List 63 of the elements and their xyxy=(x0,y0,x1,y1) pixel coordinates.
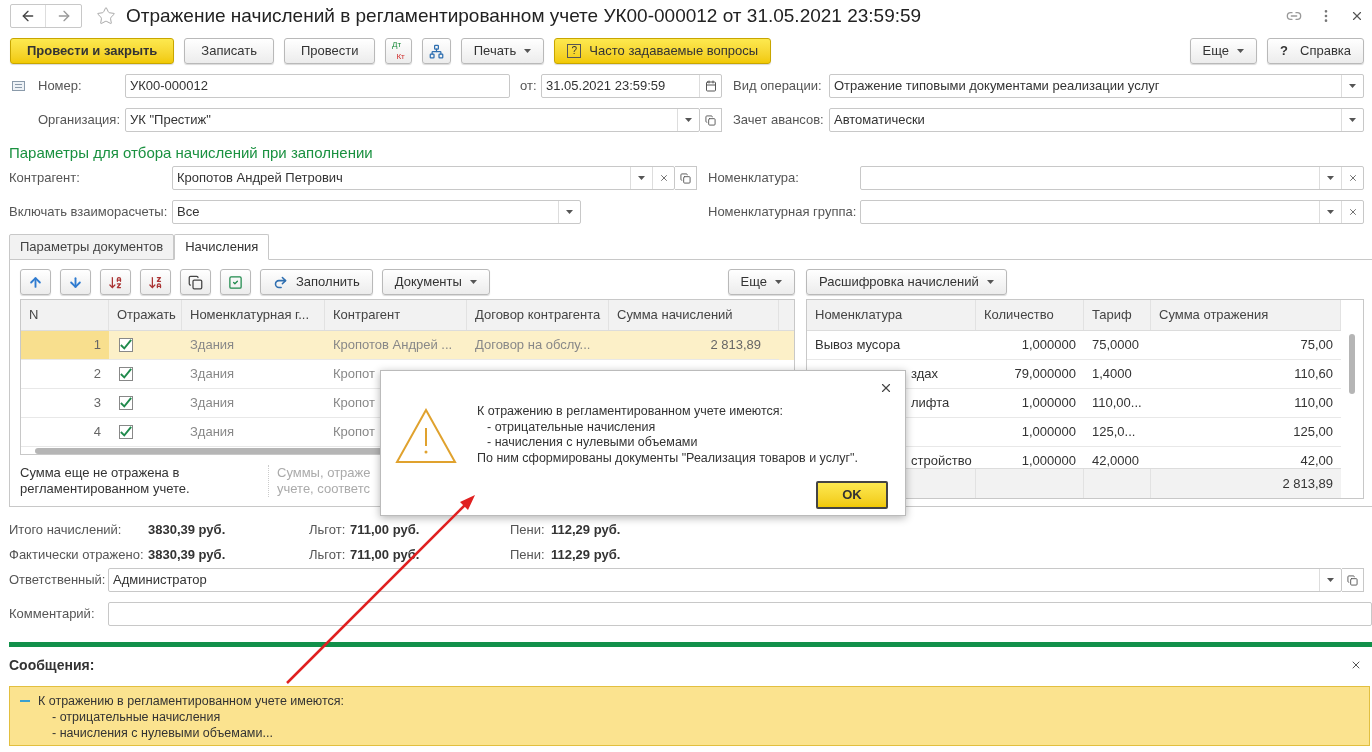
table-cell-text: Договор на обслу... xyxy=(475,336,591,355)
field-label: Комментарий: xyxy=(9,605,96,624)
table-cell-text: Здания xyxy=(190,365,235,384)
total-label: Льгот: xyxy=(309,545,347,564)
table-cell-text: Здания xyxy=(190,423,235,442)
table-cell-text: Вывоз мусора xyxy=(815,336,901,355)
table-cell-text: 1,4000 xyxy=(1092,365,1132,384)
field-label: Номенклатурная группа: xyxy=(708,203,858,222)
table-cell-text: 1,000000 xyxy=(1021,452,1076,468)
table-cell-text: Кропот xyxy=(333,394,375,413)
total-value: 112,29 руб. xyxy=(551,520,621,539)
total-label: Пени: xyxy=(510,545,546,564)
table-cell-text: 110,00... xyxy=(1092,394,1142,413)
total-label: Итого начислений: xyxy=(9,520,123,539)
table-cell-text: 4 xyxy=(93,423,101,442)
field-label: Номер: xyxy=(38,77,83,96)
table-cell-text: Кропотов Андрей ... xyxy=(333,336,453,355)
field-label: Ответственный: xyxy=(9,571,107,590)
table-cell-text: 42,00 xyxy=(1300,452,1333,468)
table-cell-text: 1,000000 xyxy=(1021,423,1076,442)
total-label: Фактически отражено: xyxy=(9,545,145,564)
total-label: Пени: xyxy=(510,520,546,539)
table-cell-text: 1,000000 xyxy=(1021,394,1076,413)
dialog-message: К отражению в регламентированном учете имеются: - отрицательные начисления - начисления с нулевыми объемами По ним сформированы документы "Реализация товаров и услуг". xyxy=(477,404,858,466)
table-cell-text: 110,60 xyxy=(1294,365,1333,384)
total-value: 711,00 руб. xyxy=(350,520,421,539)
table-cell-text: стройство xyxy=(911,452,972,468)
total-value: 112,29 руб. xyxy=(551,545,621,564)
table-cell-text: 75,0000 xyxy=(1092,336,1139,355)
total-value: 3830,39 руб. xyxy=(148,545,227,564)
field-label: от: xyxy=(520,77,538,96)
table-cell-text: 125,00 xyxy=(1293,423,1333,442)
table-cell-text: Кропот xyxy=(333,365,375,384)
table-cell-text: 1 xyxy=(93,336,101,355)
window-title: Отражение начислений в регламентированном учете УК00-000012 от 31.05.2021 23:59:59 xyxy=(126,3,922,28)
table-cell-text: лифта xyxy=(911,394,950,413)
table-cell-text: Здания xyxy=(190,394,235,413)
table-cell-text: 2 xyxy=(93,365,101,384)
section-heading: Параметры для отбора начислений при заполнении xyxy=(9,143,373,162)
field-label: Контрагент: xyxy=(9,169,81,188)
table-cell-text: 125,0... xyxy=(1092,423,1136,442)
total-value: 3830,39 руб. xyxy=(148,520,227,539)
table-cell-text: здах xyxy=(911,365,938,384)
field-label: Зачет авансов: xyxy=(733,111,825,130)
status-note: Сумма еще не отражена в регламентированном учете. xyxy=(20,465,191,497)
table-cell-text: 42,0000 xyxy=(1092,452,1139,468)
total-label: Льгот: xyxy=(309,520,347,539)
table-cell-text: 1,000000 xyxy=(1021,336,1076,355)
status-note: Суммы, отраже учете, соответс xyxy=(268,465,371,497)
table-cell-text: 3 xyxy=(93,394,101,413)
field-label: Номенклатура: xyxy=(708,169,800,188)
field-label: Включать взаиморасчеты: xyxy=(9,203,169,222)
total-cell-text: 2 813,89 xyxy=(1282,474,1333,493)
table-cell-text: 2 813,89 xyxy=(710,336,761,355)
table-cell-text: 75,00 xyxy=(1300,336,1333,355)
field-label: Организация: xyxy=(38,111,122,130)
message-text: К отражению в регламентированном учете имеются: - отрицательные начисления - начисления с нулевыми объемами... xyxy=(38,693,344,741)
messages-title: Сообщения: xyxy=(9,655,95,675)
table-cell-text: 110,00 xyxy=(1294,394,1333,413)
table-cell-text: 79,000000 xyxy=(1014,365,1076,384)
field-label: Вид операции: xyxy=(733,77,823,96)
table-cell-text: Здания xyxy=(190,336,235,355)
table-cell-text: Кропот xyxy=(333,423,375,442)
